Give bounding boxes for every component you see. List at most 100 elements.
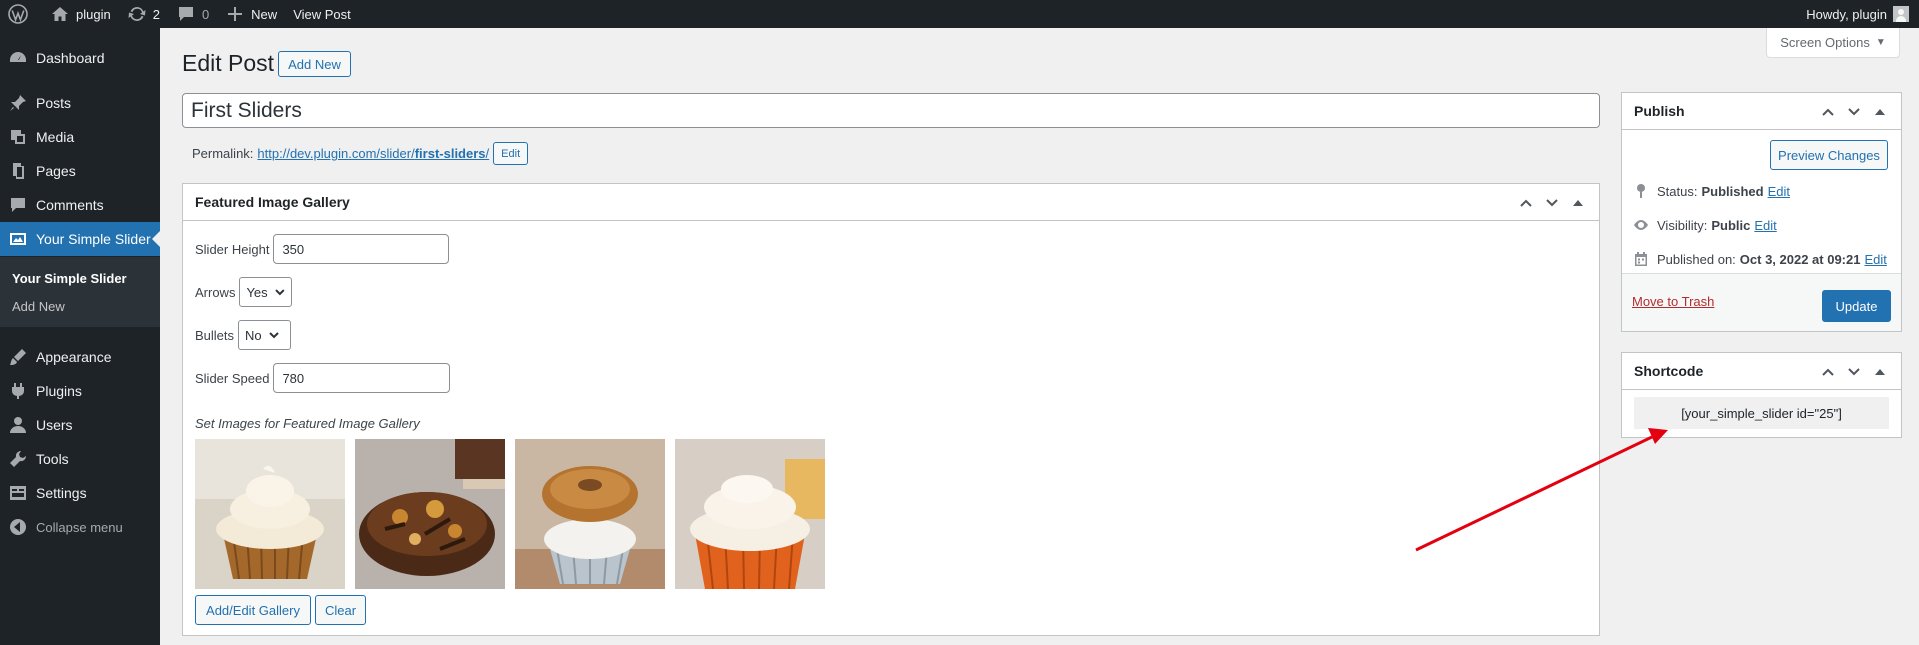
site-name-link[interactable]: plugin xyxy=(42,0,119,28)
wordpress-logo-button[interactable] xyxy=(0,0,42,28)
published-label: Published on: xyxy=(1657,251,1736,267)
permalink-edit-button[interactable]: Edit xyxy=(493,142,529,165)
sidebar-item-label: Settings xyxy=(36,485,87,501)
home-icon xyxy=(50,4,70,24)
status-label: Status: xyxy=(1657,183,1698,199)
permalink-link[interactable]: http://dev.plugin.com/slider/first-slide… xyxy=(257,146,489,161)
slider-height-label: Slider Height xyxy=(195,241,270,257)
sidebar-item-dashboard[interactable]: Dashboard xyxy=(0,41,160,75)
update-button[interactable]: Update xyxy=(1822,290,1891,322)
slider-icon xyxy=(0,229,36,249)
my-account-link[interactable]: Howdy, plugin xyxy=(1806,0,1909,28)
move-down-button[interactable] xyxy=(1841,99,1867,125)
comments-link[interactable]: 0 xyxy=(168,0,217,28)
move-down-button[interactable] xyxy=(1841,359,1867,385)
move-to-trash-link[interactable]: Move to Trash xyxy=(1632,294,1714,309)
sidebar-item-users[interactable]: Users xyxy=(0,408,160,442)
arrows-select-value: Yes xyxy=(246,284,268,300)
toggle-panel-button[interactable] xyxy=(1867,359,1893,385)
arrows-label: Arrows xyxy=(195,284,236,300)
add-new-button[interactable]: Add New xyxy=(278,51,351,77)
sidebar-item-label: Pages xyxy=(36,163,76,179)
avatar xyxy=(1893,6,1909,22)
media-icon xyxy=(0,127,36,147)
new-content-link[interactable]: New xyxy=(217,0,285,28)
clear-gallery-button[interactable]: Clear xyxy=(315,595,366,625)
site-name: plugin xyxy=(76,6,111,22)
sidebar-item-plugins[interactable]: Plugins xyxy=(0,374,160,408)
post-title-input[interactable] xyxy=(182,93,1600,128)
plugin-icon xyxy=(0,381,36,401)
toggle-panel-button[interactable] xyxy=(1867,99,1893,125)
submenu-item-your-simple-slider[interactable]: Your Simple Slider xyxy=(12,271,127,286)
permalink-slug: first-sliders xyxy=(414,146,486,161)
gallery-image[interactable] xyxy=(355,439,505,589)
sidebar-item-posts[interactable]: Posts xyxy=(0,86,160,120)
toggle-panel-button[interactable] xyxy=(1565,190,1591,216)
move-up-button[interactable] xyxy=(1513,190,1539,216)
chevron-down-icon xyxy=(274,289,285,296)
move-up-button[interactable] xyxy=(1815,359,1841,385)
submenu: Your Simple Slider Add New xyxy=(0,257,160,327)
bullets-row: Bullets No xyxy=(195,320,292,350)
move-down-button[interactable] xyxy=(1539,190,1565,216)
chevron-up-icon xyxy=(1822,368,1834,376)
slider-speed-input[interactable] xyxy=(273,363,451,393)
sidebar-item-label: Tools xyxy=(36,451,69,467)
gallery-image[interactable] xyxy=(515,439,665,589)
sidebar-item-your-simple-slider[interactable]: Your Simple Slider xyxy=(0,222,160,256)
slider-height-row: Slider Height xyxy=(195,234,450,264)
visibility-row: Visibility: Public Edit xyxy=(1632,217,1777,233)
sidebar-item-tools[interactable]: Tools xyxy=(0,442,160,476)
sidebar-item-pages[interactable]: Pages xyxy=(0,154,160,188)
slider-height-input[interactable] xyxy=(273,234,450,264)
sidebar-item-label: Your Simple Slider xyxy=(36,231,151,247)
permalink-trailing: / xyxy=(485,146,490,161)
submenu-item-add-new[interactable]: Add New xyxy=(12,299,65,314)
gallery-image[interactable] xyxy=(195,439,345,589)
arrows-row: Arrows Yes xyxy=(195,277,293,307)
visibility-label: Visibility: xyxy=(1657,217,1708,233)
comment-icon xyxy=(0,195,36,215)
collapse-menu-button[interactable]: Collapse menu xyxy=(0,510,160,544)
wrench-icon xyxy=(0,449,36,469)
sidebar-item-media[interactable]: Media xyxy=(0,120,160,154)
updates-link[interactable]: 2 xyxy=(119,0,168,28)
view-post-link[interactable]: View Post xyxy=(285,0,359,28)
bullets-label: Bullets xyxy=(195,327,235,343)
collapse-icon xyxy=(0,517,36,537)
published-edit-link[interactable]: Edit xyxy=(1864,252,1886,267)
sidebar-item-label: Appearance xyxy=(36,349,112,365)
collapse-menu-label: Collapse menu xyxy=(36,519,123,535)
move-up-button[interactable] xyxy=(1815,99,1841,125)
chevron-down-icon xyxy=(268,332,279,339)
screen-options-button[interactable]: Screen Options ▼ xyxy=(1766,28,1900,58)
shortcode-box-title: Shortcode xyxy=(1634,363,1704,379)
comments-count: 0 xyxy=(201,6,210,22)
bullets-select-value: No xyxy=(245,327,262,343)
triangle-up-icon xyxy=(1573,199,1583,206)
sidebar-item-appearance[interactable]: Appearance xyxy=(0,340,160,374)
shortcode-value[interactable]: [your_simple_slider id="25"] xyxy=(1634,397,1889,429)
add-edit-gallery-button[interactable]: Add/Edit Gallery xyxy=(195,595,311,625)
new-label: New xyxy=(251,6,278,22)
sidebar-item-settings[interactable]: Settings xyxy=(0,476,160,510)
updates-count: 2 xyxy=(152,6,160,22)
sidebar-item-label: Posts xyxy=(36,95,72,111)
permalink-base: http://dev.plugin.com/slider/ xyxy=(257,146,415,161)
sidebar-item-comments[interactable]: Comments xyxy=(0,188,160,222)
dashboard-icon xyxy=(0,48,36,68)
chevron-down-icon xyxy=(1848,367,1860,375)
howdy-text: Howdy, plugin xyxy=(1806,6,1887,22)
visibility-edit-link[interactable]: Edit xyxy=(1754,218,1776,233)
gallery-image[interactable] xyxy=(675,439,825,589)
shortcode-box: Shortcode [your_simple_slider id="25"] xyxy=(1621,352,1902,438)
status-edit-link[interactable]: Edit xyxy=(1768,184,1790,199)
slider-speed-row: Slider Speed xyxy=(195,363,451,393)
chevron-down-icon xyxy=(1546,198,1558,206)
arrows-select[interactable]: Yes xyxy=(239,277,293,307)
admin-bar: plugin 2 0 New View Post Howdy, plugin xyxy=(0,0,1919,28)
preview-changes-button[interactable]: Preview Changes xyxy=(1770,140,1888,170)
status-value: Published xyxy=(1701,183,1764,199)
bullets-select[interactable]: No xyxy=(238,320,292,350)
